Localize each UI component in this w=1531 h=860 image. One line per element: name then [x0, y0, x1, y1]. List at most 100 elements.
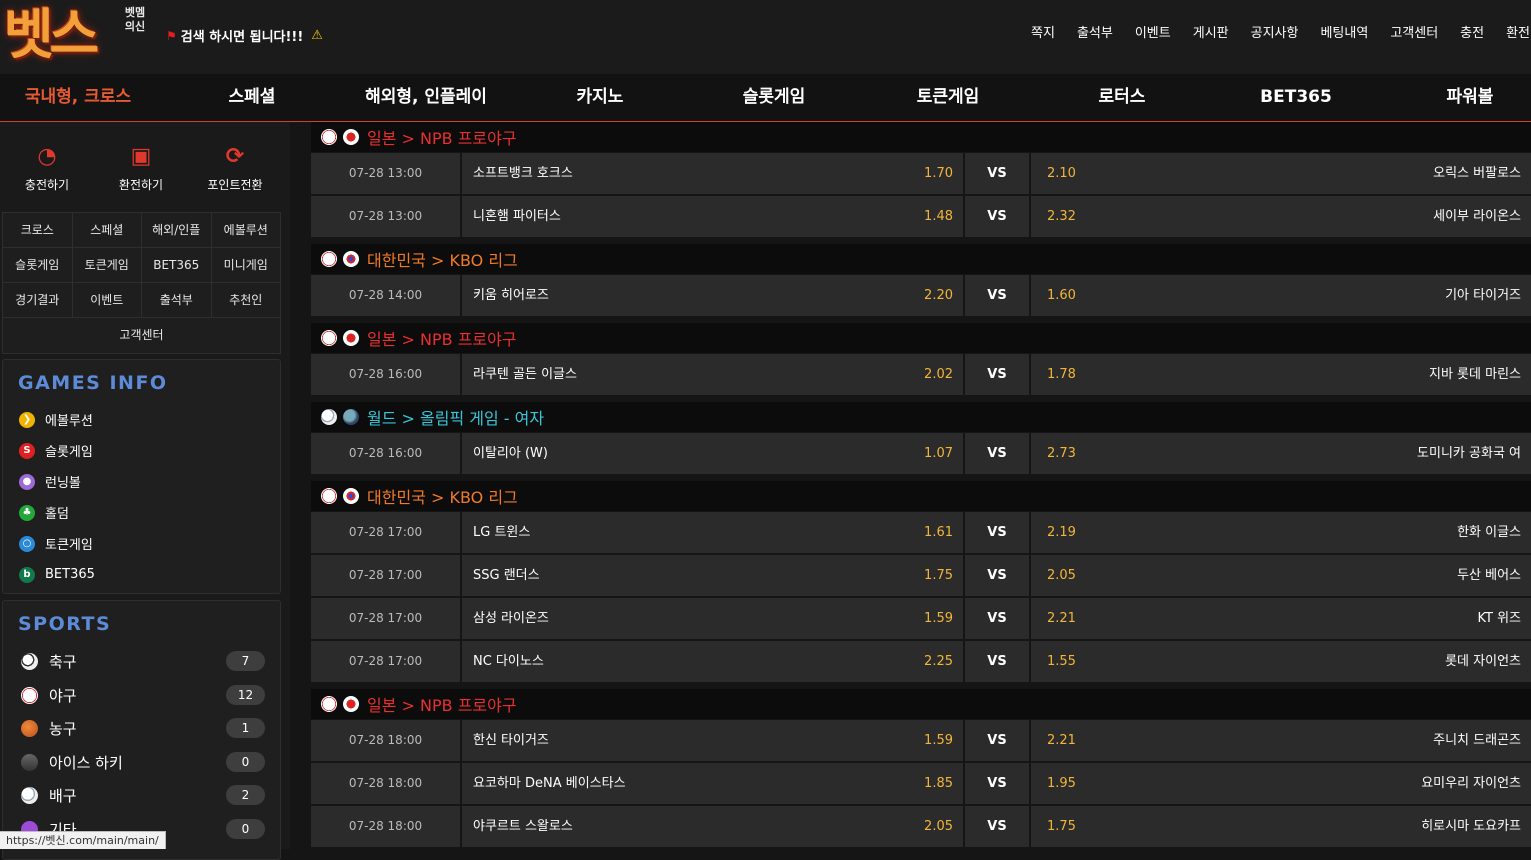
games-info-item[interactable]: ● 런닝볼 — [3, 466, 280, 497]
menu-grid-link[interactable]: 이벤트 — [73, 283, 142, 317]
draw-vs-button[interactable]: VS — [965, 806, 1029, 847]
draw-vs-button[interactable]: VS — [965, 354, 1029, 395]
home-bet-button[interactable]: 이탈리아 (W) 1.07 — [462, 433, 963, 474]
quick-action-0[interactable]: ◔ 충전하기 — [0, 122, 94, 210]
top-menu-item[interactable]: 쪽지 — [1020, 22, 1066, 41]
home-bet-button[interactable]: 삼성 라이온즈 1.59 — [462, 598, 963, 639]
top-menu-item[interactable]: 고객센터 — [1379, 22, 1449, 41]
away-bet-button[interactable]: 1.60 기아 타이거즈 — [1031, 275, 1531, 316]
top-menu-item[interactable]: 게시판 — [1182, 22, 1240, 41]
away-bet-button[interactable]: 2.19 한화 이글스 — [1031, 512, 1531, 553]
game-time: 07-28 18:00 — [311, 763, 460, 804]
games-info-label: 에볼루션 — [45, 414, 93, 429]
league-header[interactable]: 일본 > NPB 프로야구 — [311, 323, 1531, 353]
home-bet-button[interactable]: 요코하마 DeNA 베이스타스 1.85 — [462, 763, 963, 804]
home-bet-button[interactable]: SSG 랜더스 1.75 — [462, 555, 963, 596]
quick-action-2[interactable]: ⟳ 포인트전환 — [188, 122, 282, 210]
away-bet-button[interactable]: 2.21 주니치 드래곤즈 — [1031, 720, 1531, 761]
home-bet-button[interactable]: 소프트뱅크 호크스 1.70 — [462, 153, 963, 194]
menu-grid-link[interactable]: 출석부 — [142, 283, 212, 317]
league-header[interactable]: 대한민국 > KBO 리그 — [311, 481, 1531, 511]
quick-action-1[interactable]: ▣ 환전하기 — [94, 122, 188, 210]
league-header[interactable]: 대한민국 > KBO 리그 — [311, 244, 1531, 274]
draw-vs-button[interactable]: VS — [965, 512, 1029, 553]
away-bet-button[interactable]: 2.32 세이부 라이온스 — [1031, 196, 1531, 237]
game-row: 07-28 13:00 소프트뱅크 호크스 1.70 VS 2.10 오릭스 버팔로스 — [311, 153, 1531, 194]
away-bet-button[interactable]: 2.10 오릭스 버팔로스 — [1031, 153, 1531, 194]
draw-vs-button[interactable]: VS — [965, 196, 1029, 237]
bet365-icon: b — [19, 566, 35, 583]
home-bet-button[interactable]: LG 트윈스 1.61 — [462, 512, 963, 553]
top-menu-item[interactable]: 공지사항 — [1240, 22, 1310, 41]
menu-grid-link[interactable]: 해외/인플 — [142, 213, 212, 247]
nav-item[interactable]: 스페셜 — [165, 74, 339, 121]
league-header[interactable]: 월드 > 올림픽 게임 - 여자 — [311, 402, 1531, 432]
nav-item[interactable]: 국내형, 크로스 — [0, 74, 165, 121]
away-bet-button[interactable]: 2.21 KT 위즈 — [1031, 598, 1531, 639]
token-icon: ○ — [19, 535, 35, 552]
korea-flag-icon — [343, 251, 359, 267]
menu-grid-link[interactable]: 슬롯게임 — [3, 248, 73, 282]
league-header[interactable]: 일본 > NPB 프로야구 — [311, 689, 1531, 719]
league-header[interactable]: 일본 > NPB 프로야구 — [311, 122, 1531, 152]
menu-grid-link[interactable]: 에볼루션 — [212, 213, 281, 247]
games-info-item[interactable]: S 슬롯게임 — [3, 435, 280, 466]
top-menu-item[interactable]: 환전 — [1495, 22, 1531, 41]
home-odds: 2.05 — [924, 819, 953, 834]
away-bet-button[interactable]: 1.75 히로시마 도요카프 — [1031, 806, 1531, 847]
draw-vs-button[interactable]: VS — [965, 641, 1029, 682]
menu-grid-link[interactable]: 토큰게임 — [73, 248, 142, 282]
sport-item[interactable]: 축구 7 — [3, 645, 280, 679]
home-bet-button[interactable]: 라쿠텐 골든 이글스 2.02 — [462, 354, 963, 395]
draw-vs-button[interactable]: VS — [965, 275, 1029, 316]
menu-grid-link[interactable]: 고객센터 — [3, 318, 280, 353]
away-bet-button[interactable]: 2.05 두산 베어스 — [1031, 555, 1531, 596]
games-info-item[interactable]: b BET365 — [3, 559, 280, 590]
away-bet-button[interactable]: 1.95 요미우리 자이언츠 — [1031, 763, 1531, 804]
draw-vs-button[interactable]: VS — [965, 153, 1029, 194]
top-menu-item[interactable]: 출석부 — [1066, 22, 1124, 41]
draw-vs-button[interactable]: VS — [965, 598, 1029, 639]
away-team-name: 기아 타이거즈 — [1445, 288, 1521, 303]
sidebar: ◔ 충전하기 ▣ 환전하기 ⟳ 포인트전환 크로스 스페셜 해외/인플 에볼루션 슬롯게임 토큰게임… — [0, 122, 290, 860]
menu-grid-link[interactable]: 추천인 — [212, 283, 281, 317]
nav-item[interactable]: 해외형, 인플레이 — [339, 74, 513, 121]
nav-item[interactable]: 카지노 — [513, 74, 687, 121]
home-bet-button[interactable]: NC 다이노스 2.25 — [462, 641, 963, 682]
away-odds: 1.95 — [1047, 776, 1076, 791]
sport-item[interactable]: 농구 1 — [3, 712, 280, 746]
draw-vs-button[interactable]: VS — [965, 433, 1029, 474]
menu-grid-link[interactable]: 경기결과 — [3, 283, 73, 317]
games-info-item[interactable]: ❯ 에볼루션 — [3, 404, 280, 435]
site-logo[interactable]: 벳스 벳멤의신 — [4, 2, 146, 68]
nav-item[interactable]: 슬롯게임 — [687, 74, 861, 121]
away-bet-button[interactable]: 1.55 롯데 자이언츠 — [1031, 641, 1531, 682]
nav-item[interactable]: BET365 — [1209, 74, 1383, 121]
home-bet-button[interactable]: 키움 히어로즈 2.20 — [462, 275, 963, 316]
menu-grid-link[interactable]: 미니게임 — [212, 248, 281, 282]
home-bet-button[interactable]: 니혼햄 파이터스 1.48 — [462, 196, 963, 237]
games-info-item[interactable]: ○ 토큰게임 — [3, 528, 280, 559]
menu-grid-link[interactable]: 크로스 — [3, 213, 73, 247]
nav-item[interactable]: 토큰게임 — [861, 74, 1035, 121]
home-bet-button[interactable]: 야쿠르트 스왈로스 2.05 — [462, 806, 963, 847]
menu-grid-link[interactable]: BET365 — [142, 248, 212, 282]
menu-grid-link[interactable]: 스페셜 — [73, 213, 142, 247]
nav-item[interactable]: 파워볼 — [1383, 74, 1531, 121]
sport-item[interactable]: 야구 12 — [3, 679, 280, 713]
home-bet-button[interactable]: 한신 타이거즈 1.59 — [462, 720, 963, 761]
draw-vs-button[interactable]: VS — [965, 763, 1029, 804]
games-info-item[interactable]: ♣ 홀덤 — [3, 497, 280, 528]
top-menu-item[interactable]: 베팅내역 — [1309, 22, 1379, 41]
nav-item[interactable]: 로터스 — [1035, 74, 1209, 121]
away-bet-button[interactable]: 2.73 도미니카 공화국 여 — [1031, 433, 1531, 474]
draw-vs-button[interactable]: VS — [965, 555, 1029, 596]
away-bet-button[interactable]: 1.78 지바 롯데 마린스 — [1031, 354, 1531, 395]
top-menu-item[interactable]: 이벤트 — [1124, 22, 1182, 41]
draw-vs-button[interactable]: VS — [965, 720, 1029, 761]
top-menu-item[interactable]: 충전 — [1449, 22, 1495, 41]
sport-item[interactable]: 배구 2 — [3, 779, 280, 813]
home-team-name: LG 트윈스 — [473, 525, 531, 540]
volleyball-icon — [321, 409, 337, 425]
sport-item[interactable]: 아이스 하키 0 — [3, 746, 280, 780]
